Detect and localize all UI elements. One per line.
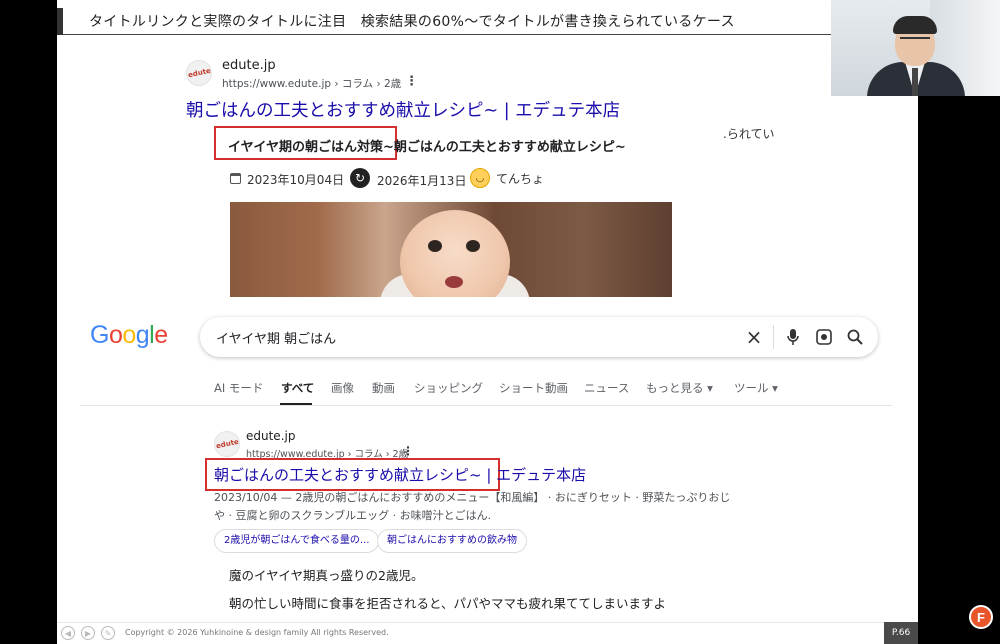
prev-slide-icon[interactable]: ◀ (61, 626, 75, 640)
clear-icon[interactable]: × (743, 325, 765, 349)
article-hero-image (230, 202, 672, 297)
google-logo-letter: G (90, 321, 109, 349)
updated-date: 2026年1月13日 (377, 174, 467, 188)
page-title: イヤイヤ期の朝ごはん対策~朝ごはんの工夫とおすすめ献立レシピ~ (228, 140, 626, 155)
google-logo-letter: o (108, 321, 123, 349)
search-input[interactable] (216, 327, 716, 347)
favicon-icon: edute (186, 60, 212, 86)
update-icon: ↻ (350, 168, 370, 188)
more-options-icon[interactable]: ⋮ (405, 74, 418, 89)
more-options-icon[interactable]: ⋮ (402, 444, 414, 458)
search-icon[interactable] (844, 326, 866, 348)
author-avatar-icon: ◡ (470, 168, 490, 188)
page-number: P.66 (884, 622, 918, 644)
lens-icon[interactable] (813, 326, 835, 348)
article-body-line: 魔のイヤイヤ期真っ盛りの2歳児。 (229, 568, 424, 583)
result-title-link[interactable]: 朝ごはんの工夫とおすすめ献立レシピ~ | エデュテ本店 (186, 97, 620, 122)
slide-title: タイトルリンクと実際のタイトルに注目 検索結果の60%〜でタイトルが書き換えられ… (89, 14, 735, 30)
clipped-text: .られてい (723, 127, 775, 141)
related-chip[interactable]: 朝ごはんにおすすめの飲み物 (377, 529, 527, 553)
published-date: 2023年10月04日 (247, 173, 345, 187)
google-logo-letter: e (154, 321, 168, 349)
article-body-line: 朝の忙しい時間に食事を拒否されると、パパやママも疲れ果ててしまいますよ (229, 596, 667, 611)
tab-images[interactable]: 画像 (331, 380, 354, 396)
brand-logo: F (969, 605, 993, 629)
webcam-presenter (831, 0, 1000, 96)
tab-all[interactable]: すべて (281, 380, 314, 396)
site-name: edute.jp (246, 429, 296, 443)
google-logo-letter: g (135, 321, 150, 349)
tab-tools[interactable]: ツール ▾ (734, 380, 778, 396)
slide-header: タイトルリンクと実際のタイトルに注目 検索結果の60%〜でタイトルが書き換えられ… (57, 8, 837, 35)
result-url[interactable]: https://www.edute.jp › コラム › 2歳 (222, 76, 401, 91)
result-title-link[interactable]: 朝ごはんの工夫とおすすめ献立レシピ~ | エデュテ本店 (214, 464, 586, 485)
copyright: Copyright © 2026 Yuhkinoine & design fam… (125, 628, 389, 637)
microphone-icon[interactable] (782, 326, 804, 348)
tab-shopping[interactable]: ショッピング (414, 380, 483, 396)
divider (773, 325, 774, 349)
tab-news[interactable]: ニュース (584, 380, 629, 396)
pen-icon[interactable]: ✎ (101, 626, 115, 640)
site-name: edute.jp (222, 58, 276, 73)
screen: タイトルリンクと実際のタイトルに注目 検索結果の60%〜でタイトルが書き換えられ… (0, 0, 1000, 644)
favicon-icon: edute (214, 431, 240, 457)
divider (80, 405, 892, 406)
tab-ai-mode[interactable]: AI モード (214, 380, 263, 396)
calendar-icon (230, 173, 241, 184)
tab-videos[interactable]: 動画 (372, 380, 395, 396)
tab-more[interactable]: もっと見る ▾ (646, 380, 713, 396)
search-bar[interactable]: × (200, 317, 878, 357)
result-snippet: や · 豆腐と卵のスクランブルエッグ · お味噌汁とごはん. (214, 509, 492, 522)
tab-short-videos[interactable]: ショート動画 (499, 380, 568, 396)
related-chip[interactable]: 2歳児が朝ごはんで食べる量の... (214, 529, 380, 553)
google-logo[interactable]: Google (90, 321, 168, 350)
google-logo-letter: o (122, 321, 136, 349)
next-slide-icon[interactable]: ▶ (81, 626, 95, 640)
author-name: てんちょ (496, 172, 545, 186)
result-snippet: 2023/10/04 — 2歳児の朝ごはんにおすすめのメニュー【和風編】 · お… (214, 491, 731, 504)
